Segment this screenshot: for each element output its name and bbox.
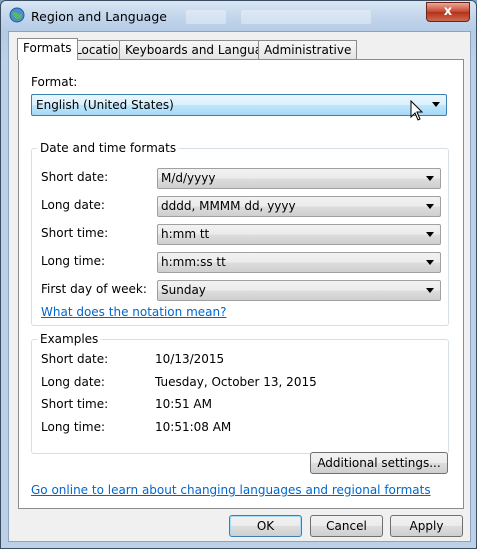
short-date-label: Short date: [41,170,109,184]
chevron-down-icon [426,288,434,293]
globe-icon [9,7,25,23]
group-title: Examples [37,332,102,346]
tab-formats[interactable]: Formats [17,38,78,60]
example-long-date-label: Long date: [41,375,105,389]
short-time-select[interactable]: h:mm tt [157,224,441,245]
short-time-value: h:mm tt [161,227,210,241]
chevron-down-icon [426,260,434,265]
formats-panel: Format: English (United States) Date and… [18,59,464,509]
example-long-time-value: 10:51:08 AM [155,420,232,434]
example-short-date-value: 10/13/2015 [155,352,225,366]
long-date-select[interactable]: dddd, MMMM dd, yyyy [157,196,441,217]
example-long-time-label: Long time: [41,420,106,434]
example-short-date-label: Short date: [41,352,109,366]
short-date-value: M/d/yyyy [161,171,216,185]
group-title: Date and time formats [37,141,180,155]
background-blur [241,10,371,24]
window-title: Region and Language [31,9,167,24]
format-value: English (United States) [36,98,174,112]
dialog-client: Formats Location Keyboards and Languages… [8,31,471,542]
short-time-label: Short time: [41,226,109,240]
date-time-formats-group: Date and time formats Short date: M/d/yy… [31,141,449,326]
chevron-down-icon [426,232,434,237]
long-date-label: Long date: [41,198,105,212]
dialog-window: Region and Language x Formats Location K… [0,0,477,549]
mouse-pointer-icon [410,100,424,121]
first-day-of-week-value: Sunday [161,283,206,297]
ok-button[interactable]: OK [229,515,302,537]
long-time-value: h:mm:ss tt [161,255,226,269]
chevron-down-icon [432,102,440,107]
format-select[interactable]: English (United States) [31,94,447,116]
long-time-label: Long time: [41,254,106,268]
short-date-select[interactable]: M/d/yyyy [157,168,441,189]
first-day-of-week-label: First day of week: [41,282,147,296]
example-long-date-value: Tuesday, October 13, 2015 [155,375,317,389]
background-blur [186,10,226,24]
first-day-of-week-select[interactable]: Sunday [157,280,441,301]
close-button[interactable]: x [426,2,470,22]
tab-administrative[interactable]: Administrative [258,40,358,59]
chevron-down-icon [426,176,434,181]
example-short-time-value: 10:51 AM [155,397,212,411]
long-date-value: dddd, MMMM dd, yyyy [161,199,296,213]
chevron-down-icon [426,204,434,209]
notation-help-link[interactable]: What does the notation mean? [41,305,226,319]
title-bar[interactable]: Region and Language x [1,1,476,31]
additional-settings-button[interactable]: Additional settings... [310,452,448,474]
online-regional-formats-link[interactable]: Go online to learn about changing langua… [31,483,431,497]
cancel-button[interactable]: Cancel [310,515,383,537]
apply-button[interactable]: Apply [390,515,463,537]
examples-group: Examples Short date: 10/13/2015 Long dat… [31,332,449,454]
format-label: Format: [31,75,78,89]
example-short-time-label: Short time: [41,397,109,411]
long-time-select[interactable]: h:mm:ss tt [157,252,441,273]
